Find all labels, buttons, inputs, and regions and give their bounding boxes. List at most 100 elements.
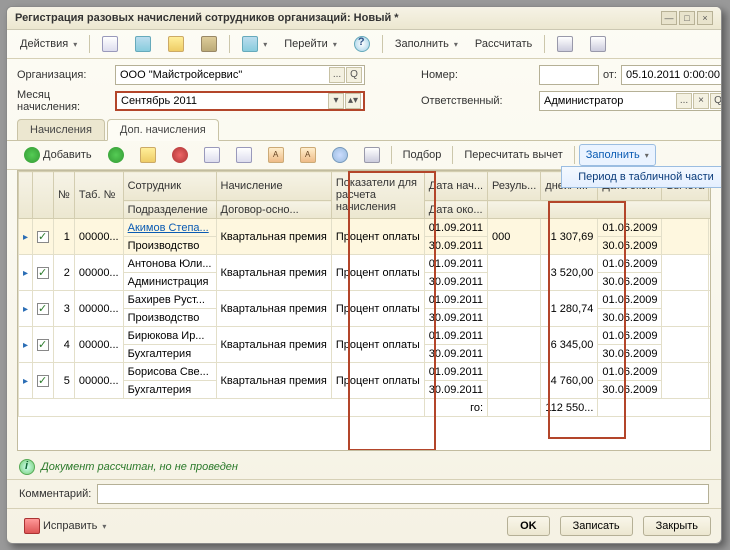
month-spin-button[interactable]: ▴▾ bbox=[345, 93, 361, 109]
table-row[interactable]: ▸300000...Бахирев Руст...Квартальная пре… bbox=[19, 291, 712, 309]
grid-area: № Таб. № Сотрудник Начисление Показатели… bbox=[17, 170, 711, 451]
grid1-icon bbox=[557, 36, 573, 52]
flag-icon: ▸ bbox=[23, 304, 28, 315]
col-tab[interactable]: Таб. № bbox=[74, 172, 123, 219]
search-button[interactable] bbox=[325, 144, 355, 166]
grid-toolbar: Добавить A A Подбор Пересчитать вычет За… bbox=[7, 141, 721, 170]
col-cont[interactable]: Договор-осно... bbox=[216, 201, 331, 219]
close-button[interactable]: × bbox=[697, 11, 713, 25]
org-select-button[interactable]: ... bbox=[329, 67, 345, 83]
status-bar: Документ рассчитан, но не проведен bbox=[7, 455, 721, 479]
sort2-button[interactable]: A bbox=[293, 144, 323, 166]
edit-button[interactable] bbox=[133, 144, 163, 166]
tb-new[interactable] bbox=[95, 33, 125, 55]
sort-desc-icon: A bbox=[300, 147, 316, 163]
down-icon bbox=[236, 147, 252, 163]
row-checkbox[interactable] bbox=[37, 339, 49, 351]
tb-doc[interactable] bbox=[128, 33, 158, 55]
col-flag[interactable] bbox=[19, 172, 33, 219]
del-icon bbox=[172, 147, 188, 163]
row-checkbox[interactable] bbox=[37, 375, 49, 387]
up-button[interactable] bbox=[197, 144, 227, 166]
ok-button[interactable]: OK bbox=[507, 516, 550, 536]
row-checkbox[interactable] bbox=[37, 231, 49, 243]
minimize-button[interactable]: — bbox=[661, 11, 677, 25]
table-row[interactable]: ▸500000...Борисова Све...Квартальная пре… bbox=[19, 363, 712, 381]
up-icon bbox=[204, 147, 220, 163]
col-d1[interactable]: Дата нач... bbox=[424, 172, 487, 201]
add-button[interactable]: Добавить bbox=[17, 144, 99, 166]
month-input[interactable]: Сентябрь 2011 ▾ ▴▾ bbox=[115, 91, 365, 111]
calc-button[interactable]: Рассчитать bbox=[468, 33, 539, 55]
resp-open-button[interactable]: Q bbox=[710, 93, 722, 109]
add-icon bbox=[24, 147, 40, 163]
col-d2[interactable]: Дата око... bbox=[424, 201, 487, 219]
del-button[interactable] bbox=[165, 144, 195, 166]
col-sub[interactable]: Подразделение bbox=[123, 201, 216, 219]
col-charge[interactable]: Начисление bbox=[216, 172, 331, 201]
fix-menu[interactable]: Исправить bbox=[17, 515, 113, 537]
col-calc[interactable]: Показатели для расчета начисления bbox=[331, 172, 424, 219]
col-chk[interactable] bbox=[33, 172, 54, 219]
org-label: Организация: bbox=[17, 69, 107, 81]
close-footer-button[interactable]: Закрыть bbox=[643, 516, 711, 536]
flag-icon: ▸ bbox=[23, 232, 28, 243]
flag-icon: ▸ bbox=[23, 268, 28, 279]
org-input[interactable]: ООО "Майстройсервис" ... Q bbox=[115, 65, 365, 85]
attach-icon bbox=[201, 36, 217, 52]
window-title: Регистрация разовых начислений сотрудник… bbox=[15, 12, 659, 24]
comment-label: Комментарий: bbox=[19, 488, 91, 500]
select-button[interactable]: Подбор bbox=[396, 144, 449, 166]
month-dd-button[interactable]: ▾ bbox=[328, 93, 344, 109]
table-row[interactable]: ▸100000...Акимов Степа...Квартальная пре… bbox=[19, 219, 712, 237]
save-button[interactable]: Записать bbox=[560, 516, 633, 536]
tb-att[interactable] bbox=[194, 33, 224, 55]
search-icon bbox=[332, 147, 348, 163]
col-emp[interactable]: Сотрудник bbox=[123, 172, 216, 201]
fill-grid-button[interactable]: Заполнить bbox=[579, 144, 656, 166]
num-input[interactable] bbox=[539, 65, 599, 85]
tab-charges[interactable]: Начисления bbox=[17, 119, 105, 140]
data-grid[interactable]: № Таб. № Сотрудник Начисление Показатели… bbox=[18, 171, 711, 417]
calendar-button[interactable]: 📅 bbox=[721, 67, 722, 83]
resp-clear-button[interactable]: × bbox=[693, 93, 709, 109]
table-row[interactable]: ▸400000...Бирюкова Ир...Квартальная прем… bbox=[19, 327, 712, 345]
go-menu[interactable]: Перейти bbox=[277, 33, 344, 55]
tab-extra-charges[interactable]: Доп. начисления bbox=[107, 119, 219, 141]
sort1-button[interactable]: A bbox=[261, 144, 291, 166]
col-n[interactable]: № bbox=[54, 172, 75, 219]
actions-menu[interactable]: Действия bbox=[13, 33, 84, 55]
grid-cfg-button[interactable] bbox=[357, 144, 387, 166]
resp-input[interactable]: Администратор ... × Q bbox=[539, 91, 722, 111]
comment-input[interactable] bbox=[97, 484, 709, 504]
down-button[interactable] bbox=[229, 144, 259, 166]
maximize-button[interactable]: □ bbox=[679, 11, 695, 25]
tb-link[interactable] bbox=[161, 33, 191, 55]
row-checkbox[interactable] bbox=[37, 267, 49, 279]
ins-icon bbox=[108, 147, 124, 163]
date-label: от: bbox=[603, 69, 617, 81]
tb-grid2[interactable] bbox=[583, 33, 613, 55]
info-icon bbox=[19, 459, 35, 475]
fill-menu[interactable]: Заполнить bbox=[388, 33, 465, 55]
date-input[interactable]: 05.10.2011 0:00:00 📅 bbox=[621, 65, 722, 85]
new-icon bbox=[102, 36, 118, 52]
org-open-button[interactable]: Q bbox=[346, 67, 362, 83]
help-icon bbox=[354, 36, 370, 52]
fill-popup[interactable]: Период в табличной части bbox=[561, 166, 722, 188]
tb-help[interactable] bbox=[347, 33, 377, 55]
total-label: го: bbox=[424, 399, 487, 417]
resp-select-button[interactable]: ... bbox=[676, 93, 692, 109]
tb-basis[interactable] bbox=[235, 33, 274, 55]
row-checkbox[interactable] bbox=[37, 303, 49, 315]
status-text: Документ рассчитан, но не проведен bbox=[41, 461, 238, 473]
titlebar: Регистрация разовых начислений сотрудник… bbox=[7, 7, 721, 30]
month-label: Месяц начисления: bbox=[17, 89, 107, 113]
edit-icon bbox=[140, 147, 156, 163]
tb-grid1[interactable] bbox=[550, 33, 580, 55]
table-row[interactable]: ▸200000...Антонова Юли...Квартальная пре… bbox=[19, 255, 712, 273]
ins-button[interactable] bbox=[101, 144, 131, 166]
col-res[interactable]: Резуль... bbox=[488, 172, 541, 201]
recalc-button[interactable]: Пересчитать вычет bbox=[457, 144, 569, 166]
link-icon bbox=[168, 36, 184, 52]
